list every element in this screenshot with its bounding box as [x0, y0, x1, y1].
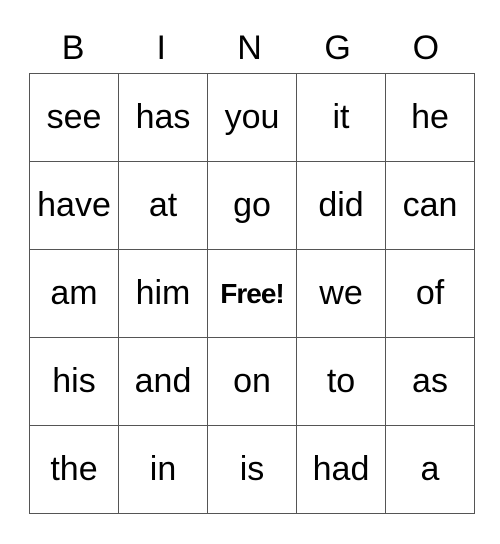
bingo-cell[interactable]: had: [296, 425, 386, 514]
bingo-cell[interactable]: you: [207, 73, 297, 162]
bingo-cell[interactable]: his: [29, 337, 119, 426]
bingo-grid: see has you it he have at go did can am …: [29, 73, 475, 514]
bingo-cell[interactable]: can: [385, 161, 475, 250]
header-letter-o: O: [412, 29, 440, 67]
bingo-cell[interactable]: on: [207, 337, 297, 426]
free-space-cell[interactable]: Free!: [207, 249, 297, 338]
bingo-cell[interactable]: at: [118, 161, 208, 250]
header-letter-n: N: [237, 29, 262, 67]
grid-row: see has you it he: [29, 73, 475, 162]
bingo-cell[interactable]: am: [29, 249, 119, 338]
bingo-cell[interactable]: did: [296, 161, 386, 250]
bingo-cell[interactable]: we: [296, 249, 386, 338]
bingo-cell[interactable]: is: [207, 425, 297, 514]
bingo-header: B I N G O: [29, 26, 471, 70]
bingo-cell[interactable]: him: [118, 249, 208, 338]
grid-row: am him Free! we of: [29, 249, 475, 338]
bingo-cell[interactable]: have: [29, 161, 119, 250]
bingo-cell[interactable]: he: [385, 73, 475, 162]
bingo-cell[interactable]: has: [118, 73, 208, 162]
bingo-cell[interactable]: to: [296, 337, 386, 426]
bingo-cell[interactable]: in: [118, 425, 208, 514]
bingo-cell[interactable]: see: [29, 73, 119, 162]
header-letter-b: B: [61, 29, 85, 67]
header-letter-i: I: [156, 29, 166, 67]
grid-row: have at go did can: [29, 161, 475, 250]
bingo-cell[interactable]: as: [385, 337, 475, 426]
bingo-cell[interactable]: of: [385, 249, 475, 338]
grid-row: his and on to as: [29, 337, 475, 426]
bingo-cell[interactable]: the: [29, 425, 119, 514]
grid-row: the in is had a: [29, 425, 475, 514]
header-letter-g: G: [324, 29, 351, 67]
bingo-cell[interactable]: it: [296, 73, 386, 162]
bingo-cell[interactable]: go: [207, 161, 297, 250]
bingo-cell[interactable]: and: [118, 337, 208, 426]
bingo-cell[interactable]: a: [385, 425, 475, 514]
